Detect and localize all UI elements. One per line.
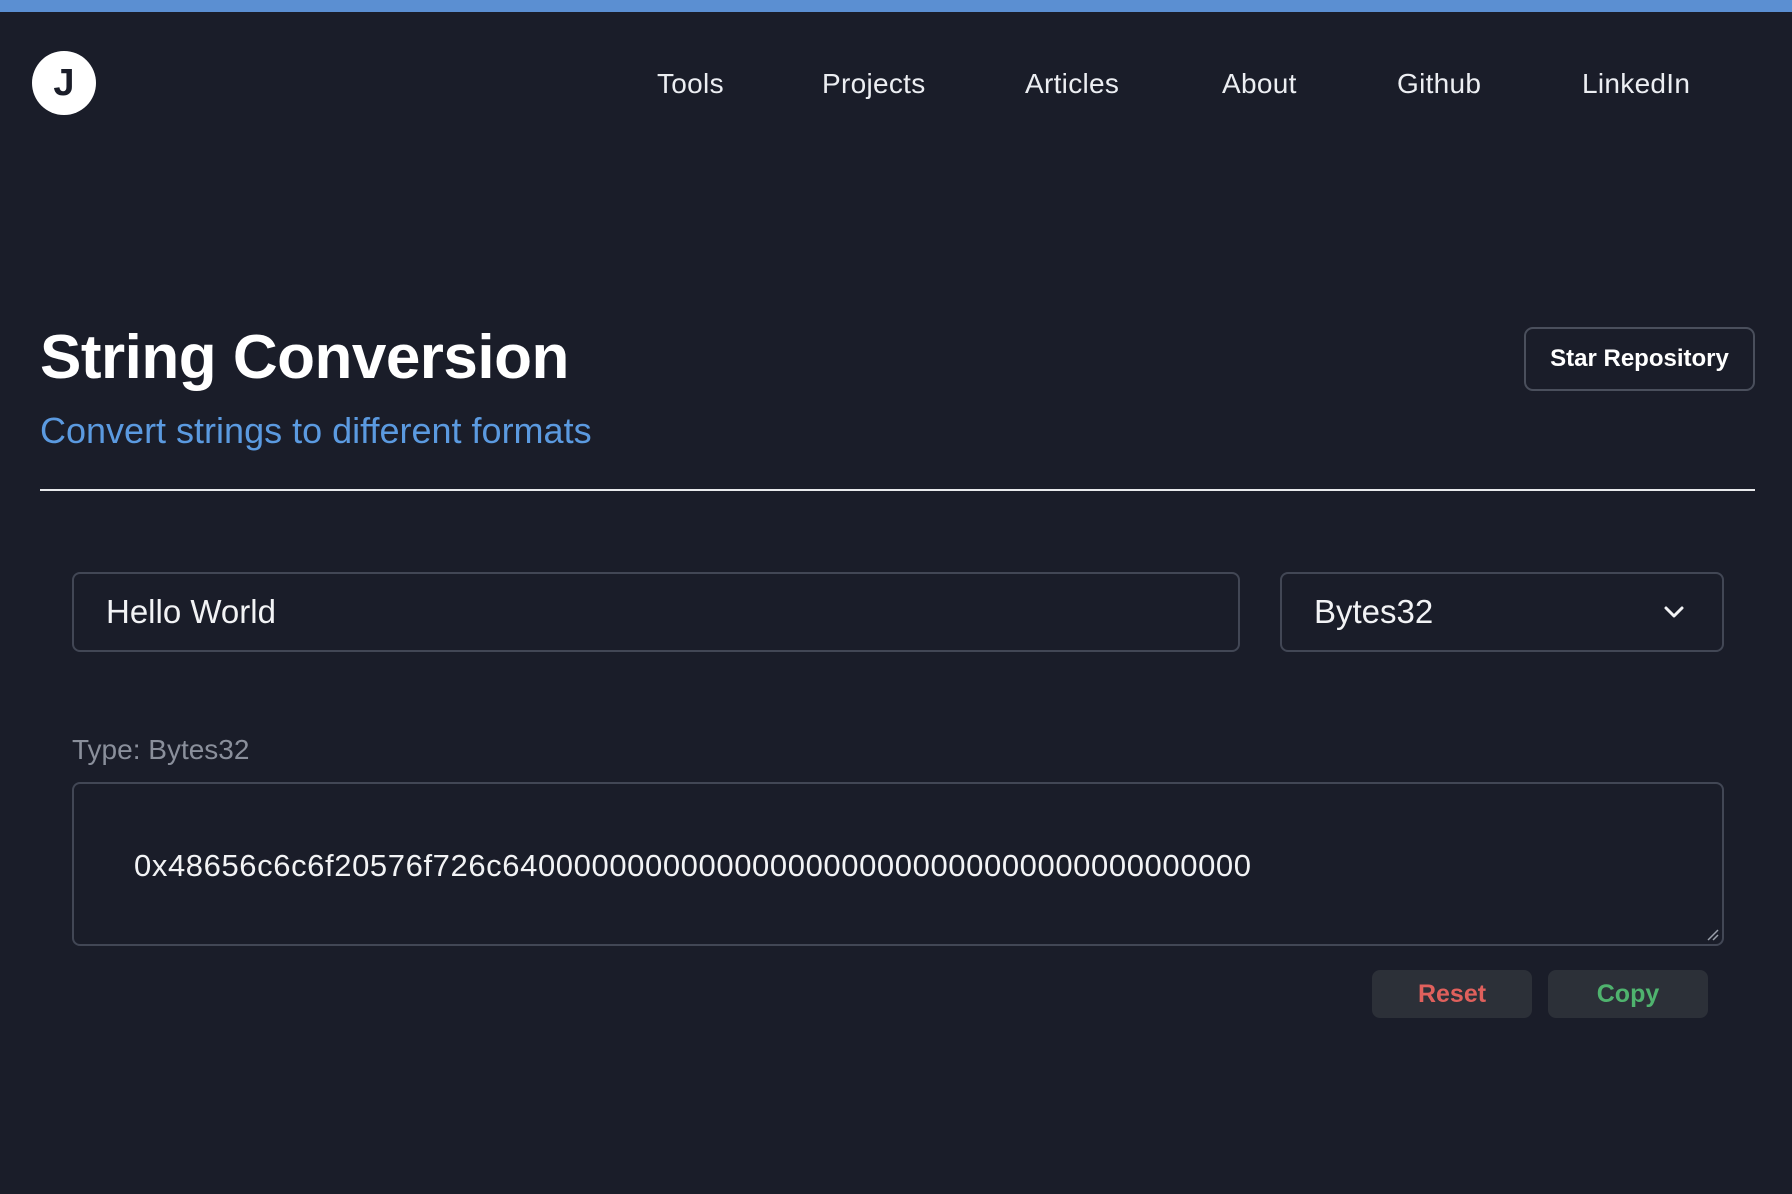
format-select-value: Bytes32 bbox=[1314, 593, 1434, 630]
page-title: String Conversion bbox=[40, 323, 569, 392]
logo-letter: J bbox=[53, 61, 75, 104]
nav-link-about[interactable]: About bbox=[1222, 68, 1297, 100]
site-logo[interactable]: J bbox=[32, 51, 96, 115]
reset-button[interactable]: Reset bbox=[1372, 970, 1532, 1018]
top-accent-bar bbox=[0, 0, 1792, 12]
nav-link-articles[interactable]: Articles bbox=[1025, 68, 1119, 100]
chevron-down-icon bbox=[1664, 606, 1684, 618]
resize-grip-icon[interactable] bbox=[1706, 928, 1720, 942]
nav-link-linkedin[interactable]: LinkedIn bbox=[1582, 68, 1690, 100]
output-textarea[interactable]: 0x48656c6c6f20576f726c640000000000000000… bbox=[72, 782, 1724, 946]
navbar: J Tools Projects Articles About Github L… bbox=[0, 12, 1792, 156]
page-subtitle: Convert strings to different formats bbox=[40, 410, 592, 451]
output-value: 0x48656c6c6f20576f726c640000000000000000… bbox=[134, 848, 1252, 883]
nav-link-tools[interactable]: Tools bbox=[657, 68, 724, 100]
format-select[interactable]: Bytes32 bbox=[1280, 572, 1724, 652]
string-input[interactable] bbox=[72, 572, 1240, 652]
copy-button[interactable]: Copy bbox=[1548, 970, 1708, 1018]
nav-link-projects[interactable]: Projects bbox=[822, 68, 926, 100]
header-divider bbox=[40, 489, 1755, 491]
star-repository-button[interactable]: Star Repository bbox=[1524, 327, 1755, 391]
nav-link-github[interactable]: Github bbox=[1397, 68, 1481, 100]
output-type-label: Type: Bytes32 bbox=[72, 734, 250, 765]
